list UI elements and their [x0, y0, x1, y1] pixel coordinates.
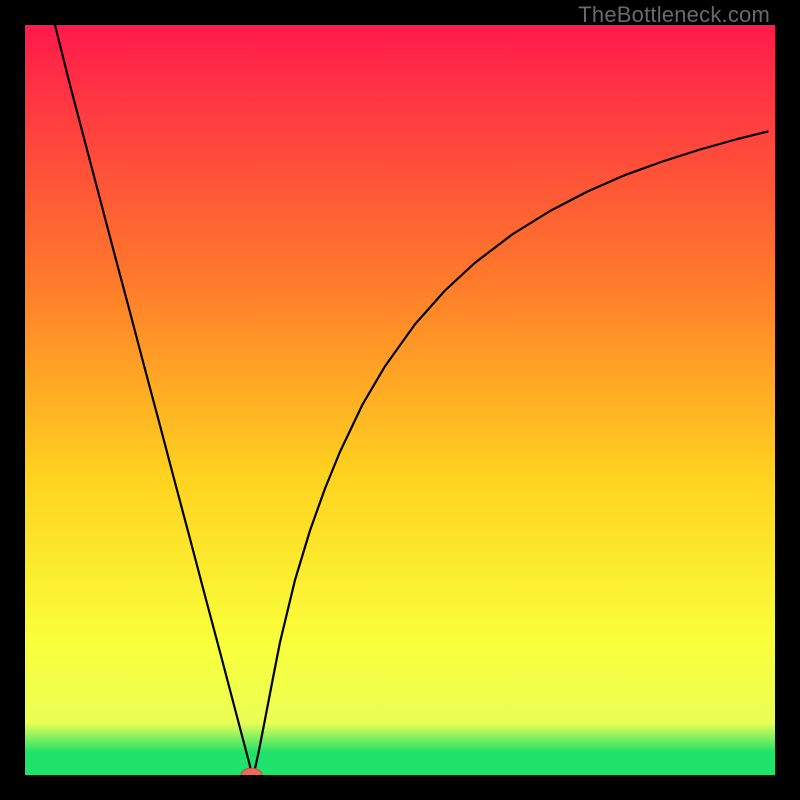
- chart-frame: [25, 25, 775, 775]
- chart-svg: [25, 25, 775, 775]
- watermark-text: TheBottleneck.com: [578, 2, 770, 28]
- gradient-background: [25, 25, 775, 775]
